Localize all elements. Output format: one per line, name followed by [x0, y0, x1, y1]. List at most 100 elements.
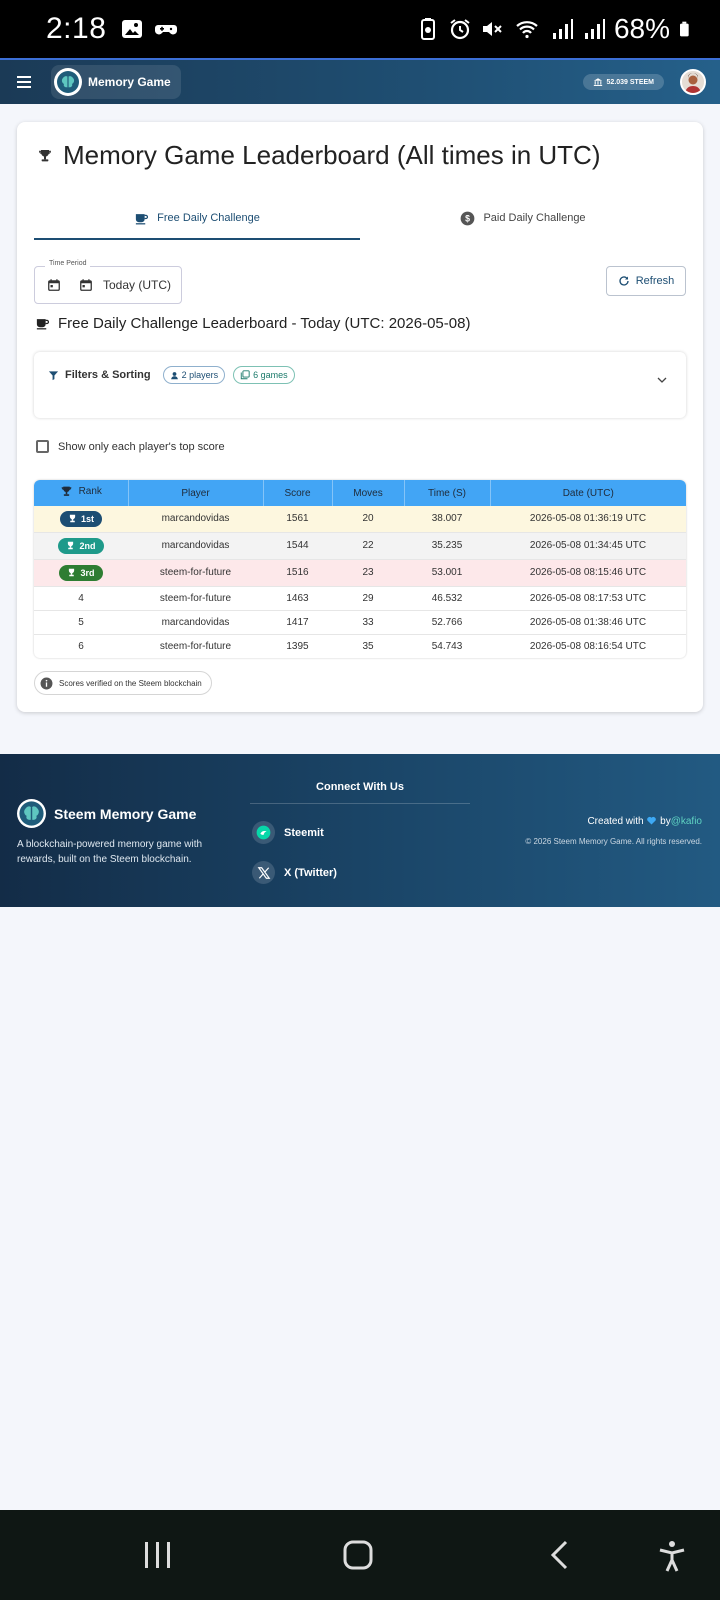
coffee-cup-icon — [136, 213, 149, 224]
bank-icon — [593, 78, 602, 86]
date-cell: 2026-05-08 08:15:46 UTC — [490, 559, 686, 587]
column-header-date[interactable]: Date (UTC) — [490, 480, 686, 506]
brand-chip[interactable]: Memory Game — [51, 65, 181, 99]
player-cell: marcandovidas — [128, 610, 263, 635]
brain-logo-icon — [54, 68, 82, 96]
author-link[interactable]: @kafio — [671, 816, 702, 827]
tab-paid-daily[interactable]: $ Paid Daily Challenge — [360, 196, 686, 240]
top-score-toggle[interactable]: Show only each player's top score — [36, 440, 225, 453]
time-period-value: Today (UTC) — [103, 278, 172, 292]
accessibility-icon[interactable] — [658, 1540, 686, 1572]
refresh-button[interactable]: Refresh — [606, 266, 686, 296]
signal-icon — [584, 19, 605, 39]
battery-saver-icon — [420, 18, 435, 40]
games-count: 6 games — [253, 370, 288, 380]
svg-text:$: $ — [466, 213, 471, 223]
system-nav-bar — [0, 1510, 720, 1600]
trophy-icon — [68, 541, 74, 550]
steemit-icon — [252, 821, 275, 844]
table-row: 6 steem-for-future 1395 35 54.743 2026-0… — [34, 634, 686, 658]
battery-percent: 68% — [613, 13, 670, 44]
player-cell: steem-for-future — [128, 586, 263, 611]
signal-icon — [552, 19, 573, 39]
column-header-player[interactable]: Player — [128, 480, 264, 506]
rank-badge-bronze: 3rd — [59, 564, 103, 581]
player-cell: steem-for-future — [128, 559, 263, 587]
calendar-icon — [80, 279, 92, 291]
game-controller-icon — [155, 25, 178, 35]
player-cell: marcandovidas — [128, 506, 263, 533]
created-with: Created with by@kafio — [587, 816, 702, 827]
social-label: X (Twitter) — [284, 866, 337, 879]
moves-cell: 29 — [332, 586, 404, 611]
rank-badge-silver: 2nd — [58, 537, 104, 554]
player-cell: marcandovidas — [128, 532, 263, 560]
connect-title: Connect With Us — [316, 781, 404, 793]
mute-icon — [482, 22, 502, 36]
recents-icon[interactable] — [143, 1540, 173, 1570]
wallet-balance[interactable]: 52.039 STEEM — [582, 74, 664, 90]
top-score-label: Show only each player's top score — [58, 440, 225, 453]
column-header-rank[interactable]: Rank — [34, 480, 129, 506]
back-icon[interactable] — [548, 1540, 572, 1570]
copyright: © 2026 Steem Memory Game. All rights res… — [525, 837, 702, 846]
score-cell: 1544 — [263, 532, 332, 560]
person-icon — [170, 371, 178, 379]
footer-description: A blockchain-powered memory game with re… — [17, 839, 203, 865]
info-icon — [40, 677, 53, 689]
moves-cell: 20 — [332, 506, 404, 533]
leaderboard-table: Rank Player Score Moves Time (S) Date (U… — [34, 480, 686, 658]
column-header-time[interactable]: Time (S) — [404, 480, 491, 506]
refresh-label: Refresh — [635, 275, 675, 287]
filter-icon — [48, 370, 59, 380]
table-header-row: Rank Player Score Moves Time (S) Date (U… — [34, 480, 686, 506]
status-bar: 2:18 68% — [0, 0, 720, 58]
score-cell: 1516 — [263, 559, 332, 587]
column-header-moves[interactable]: Moves — [332, 480, 405, 506]
date-cell: 2026-05-08 08:16:54 UTC — [490, 634, 686, 658]
date-cell: 2026-05-08 01:36:19 UTC — [490, 506, 686, 533]
x-icon — [252, 861, 275, 884]
table-row: 2nd marcandovidas 1544 22 35.235 2026-05… — [34, 532, 686, 560]
date-cell: 2026-05-08 01:38:46 UTC — [490, 610, 686, 635]
avatar[interactable] — [680, 69, 706, 95]
top-score-checkbox[interactable] — [36, 440, 49, 453]
tab-free-daily[interactable]: Free Daily Challenge — [34, 196, 360, 240]
heart-icon — [647, 816, 657, 825]
rank-cell: 3rd — [34, 559, 128, 587]
date-cell: 2026-05-08 08:17:53 UTC — [490, 586, 686, 611]
score-cell: 1463 — [263, 586, 332, 611]
time-cell: 53.001 — [404, 559, 490, 587]
moves-cell: 22 — [332, 532, 404, 560]
table-row: 3rd steem-for-future 1516 23 53.001 2026… — [34, 559, 686, 587]
players-count: 2 players — [181, 370, 219, 380]
rank-badge-gold: 1st — [59, 510, 102, 527]
tab-free-daily-label: Free Daily Challenge — [157, 212, 260, 224]
leaderboard-card: Memory Game Leaderboard (All times in UT… — [17, 122, 703, 712]
brain-logo-icon — [17, 799, 46, 828]
footer-brand: Steem Memory Game — [17, 799, 196, 828]
filters-title: Filters & Sorting — [65, 369, 151, 381]
rank-cell: 1st — [34, 506, 128, 533]
menu-icon[interactable] — [17, 71, 39, 93]
date-cell: 2026-05-08 01:34:45 UTC — [490, 532, 686, 560]
column-header-score[interactable]: Score — [263, 480, 333, 506]
divider — [250, 803, 470, 804]
social-link-steemit[interactable]: Steemit — [252, 821, 324, 844]
time-cell: 35.235 — [404, 532, 490, 560]
filters-panel[interactable]: Filters & Sorting 2 players 6 games — [34, 352, 686, 418]
social-link-x[interactable]: X (Twitter) — [252, 861, 337, 884]
home-icon[interactable] — [343, 1540, 373, 1570]
verified-label: Scores verified on the Steem blockchain — [59, 678, 202, 688]
app-bar: Memory Game 52.039 STEEM — [0, 58, 720, 104]
wifi-icon — [516, 21, 538, 39]
chevron-down-icon[interactable] — [656, 374, 668, 386]
challenge-tabs: Free Daily Challenge $ Paid Daily Challe… — [34, 196, 686, 240]
section-title-text: Free Daily Challenge Leaderboard - Today… — [58, 315, 471, 332]
score-cell: 1395 — [263, 634, 332, 658]
alarm-icon — [450, 19, 470, 40]
coffee-cup-icon — [36, 319, 49, 330]
time-period-select[interactable]: Time Period Today (UTC) — [34, 260, 182, 304]
status-time: 2:18 — [46, 12, 107, 45]
moves-cell: 33 — [332, 610, 404, 635]
